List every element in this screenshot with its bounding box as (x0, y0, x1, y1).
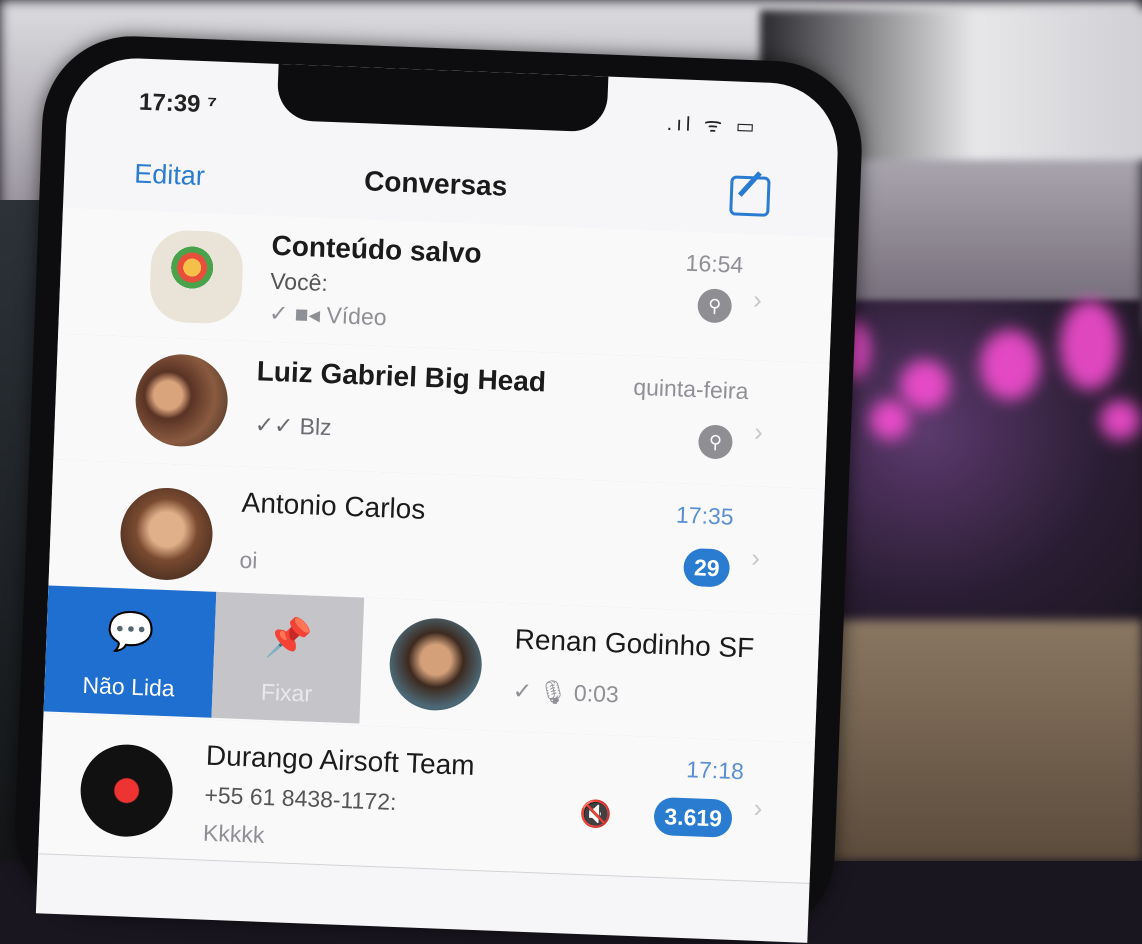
pin-button[interactable]: 📌 Fixar (211, 591, 365, 724)
chat-message: Kkkkk (202, 819, 265, 848)
chevron-right-icon: › (753, 792, 764, 824)
unread-badge: 29 (683, 547, 731, 588)
chat-time: 17:35 (675, 501, 735, 530)
pin-icon: ⚲ (697, 288, 733, 324)
page-title: Conversas (363, 165, 508, 202)
chat-time: quinta-feira (632, 373, 749, 405)
status-time: 17:39 ⁷ (138, 88, 218, 119)
mute-icon: 🔇 (579, 798, 613, 830)
chevron-right-icon: › (750, 542, 761, 573)
pin-icon: 📌 (264, 616, 314, 661)
chat-sender: +55 61 8438-1172: (204, 781, 397, 815)
phone: 17:39 ⁷ .ıl ᯤ ▭ Editar Conversas Conteúd… (11, 32, 866, 944)
keyboard-light (870, 400, 910, 440)
mark-unread-button[interactable]: 💬 Não Lida (43, 585, 217, 718)
keyboard-light (900, 360, 950, 410)
chat-message: ✓ ■◂ Vídeo (268, 299, 388, 331)
avatar (78, 742, 175, 839)
keyboard-light (1060, 300, 1120, 390)
chat-time: 17:18 (685, 756, 745, 785)
keyboard-light (980, 330, 1040, 400)
chat-title: Antonio Carlos (241, 486, 426, 525)
chat-time: 16:54 (685, 249, 744, 278)
chat-row[interactable]: Durango Airsoft Team 17:18 +55 61 8438-1… (38, 713, 815, 884)
phone-screen: 17:39 ⁷ .ıl ᯤ ▭ Editar Conversas Conteúd… (35, 55, 841, 943)
chevron-right-icon: › (753, 416, 764, 447)
keyboard-light (1100, 400, 1140, 440)
chat-title: Durango Airsoft Team (205, 739, 476, 781)
mark-unread-label: Não Lida (82, 671, 176, 702)
avatar (148, 229, 245, 325)
status-icons: .ıl ᯤ ▭ (666, 112, 759, 139)
avatar (387, 616, 484, 713)
chat-message: ✓✓ Blz (254, 411, 333, 441)
pin-icon: ⚲ (697, 424, 734, 460)
unread-bubble-icon: 💬 (106, 610, 156, 655)
chat-title: Renan Godinho SF (514, 623, 755, 664)
chat-title: Luiz Gabriel Big Head (256, 355, 547, 398)
pin-label: Fixar (260, 678, 313, 707)
chat-sender: Você: (269, 267, 329, 296)
chat-message: oi (239, 546, 258, 574)
chat-message: ✓ 🎙 0:03 (512, 677, 620, 708)
compose-icon[interactable] (729, 175, 771, 217)
phone-notch (276, 63, 609, 133)
unread-badge: 3.619 (653, 796, 733, 838)
chevron-right-icon: › (752, 284, 763, 315)
avatar (118, 486, 215, 582)
avatar (133, 352, 230, 449)
edit-button[interactable]: Editar (134, 158, 206, 192)
chat-title: Conteúdo salvo (271, 229, 483, 269)
